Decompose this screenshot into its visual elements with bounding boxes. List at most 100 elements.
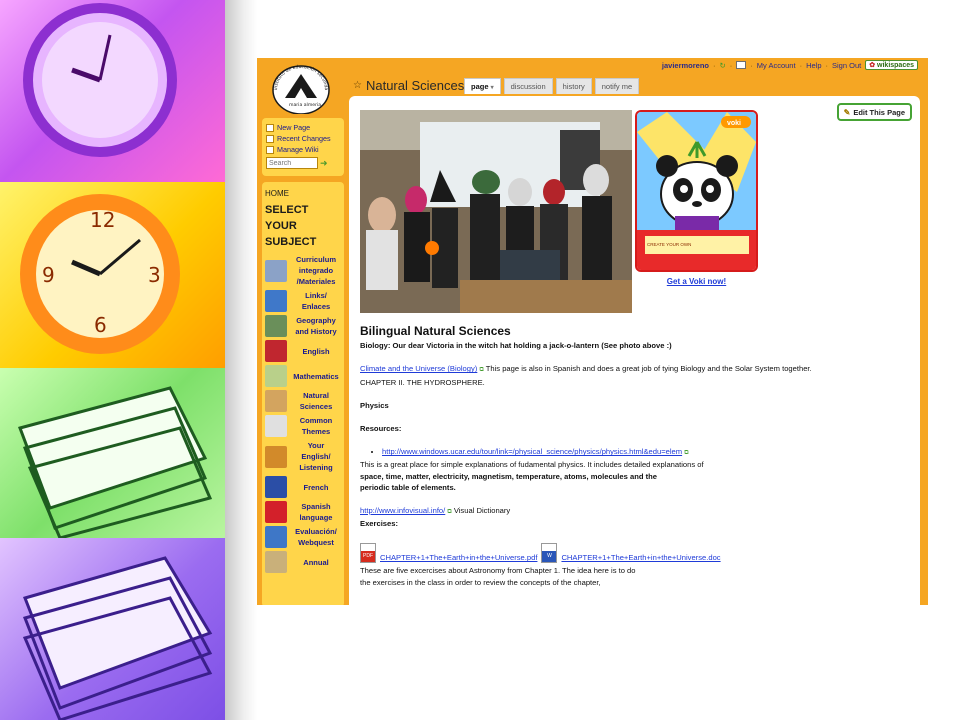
climate-universe-desc: This page is also in Spanish and does a …	[485, 364, 812, 374]
infovisual-link[interactable]: http://www.infovisual.info/	[360, 506, 445, 515]
clock-image-pink	[0, 0, 225, 182]
books-icon	[22, 556, 213, 720]
tab-history[interactable]: history	[555, 78, 592, 94]
sidebar-nav-item[interactable]: Mathematics	[265, 365, 341, 387]
search-go-icon[interactable]: ➜	[320, 158, 329, 168]
svg-text:6: 6	[94, 313, 107, 337]
get-voki-link[interactable]: Get a Voki now!	[635, 277, 758, 286]
new-page-icon	[266, 123, 274, 132]
nav-home-link[interactable]: HOME	[265, 189, 341, 198]
sidebar-nav-item[interactable]: Geography and History	[265, 315, 341, 337]
clock-icon: 12 3 6 9	[20, 194, 180, 354]
tab-notify-me[interactable]: notify me	[594, 78, 640, 94]
sign-out-link[interactable]: Sign Out	[832, 61, 861, 70]
classroom-photo	[360, 110, 632, 313]
edit-page-button[interactable]: ✎ Edit This Page	[836, 103, 912, 121]
subject-thumbnail-icon	[265, 526, 287, 548]
separator: ·	[799, 60, 803, 70]
subject-nav: HOME SELECT YOUR SUBJECT Curriculum inte…	[262, 182, 344, 605]
sidebar-nav-label: Your English/ Listening	[299, 441, 333, 472]
physics-desc-line-3: periodic table of elements.	[360, 482, 456, 492]
climate-universe-link[interactable]: Climate and the Universe (Biology)	[360, 364, 477, 373]
subject-thumbnail-icon	[265, 501, 287, 523]
sidebar-nav-label: Annual	[303, 557, 329, 567]
sidebar-nav-label: Natural Sciences	[299, 391, 333, 411]
subject-thumbnail-icon	[265, 476, 287, 498]
sidebar-nav-label: Links/ Enlaces	[301, 291, 331, 311]
subject-thumbnail-icon	[265, 259, 287, 282]
pdf-file-icon[interactable]: PDF	[360, 543, 376, 564]
sidebar-nav-item[interactable]: Common Themes	[265, 415, 341, 437]
sidebar-nav-item[interactable]: Natural Sciences	[265, 390, 341, 412]
username-link[interactable]: javiermoreno	[662, 61, 709, 70]
voki-create-label: CREATE YOUR OWN	[647, 242, 691, 247]
refresh-icon[interactable]: ↻	[720, 61, 726, 70]
sidebar-nav-item[interactable]: Evaluación/ Webquest	[265, 526, 341, 548]
sidebar-nav-item[interactable]: Links/ Enlaces	[265, 290, 341, 312]
voki-widget[interactable]: voki CREATE YOUR OWN	[635, 110, 758, 272]
help-link[interactable]: Help	[806, 61, 821, 70]
doc-attachment-link[interactable]: CHAPTER+1+The+Earth+in+the+Universe.doc	[561, 552, 720, 563]
quick-links-panel: New Page Recent Changes Manage Wiki ➜	[262, 118, 344, 176]
nav-items: Curriculum integrado /Materiales Links/ E…	[265, 254, 341, 573]
sidebar-nav-label: Geography and History	[295, 316, 337, 336]
ucar-physics-link[interactable]: http://www.windows.ucar.edu/tour/link=/p…	[382, 447, 682, 456]
separator: ·	[729, 60, 733, 70]
manage-wiki-icon	[266, 145, 274, 154]
manage-wiki-link[interactable]: Manage Wiki	[266, 144, 340, 155]
word-file-icon[interactable]: W	[541, 543, 558, 564]
sidebar-nav-item[interactable]: Spanish language	[265, 501, 341, 523]
sidebar-nav-item[interactable]: Annual	[265, 551, 341, 573]
svg-text:3: 3	[148, 263, 161, 287]
attachments-row: PDF CHAPTER+1+The+Earth+in+the+Universe.…	[360, 543, 900, 564]
sidebar-nav-item[interactable]: Your English/ Listening	[265, 440, 341, 473]
sidebar-nav-item[interactable]: French	[265, 476, 341, 498]
physics-desc-line-1: This is a great place for simple explana…	[360, 460, 704, 470]
subject-thumbnail-icon	[265, 415, 287, 437]
voki-panda-avatar: voki CREATE YOUR OWN	[637, 112, 756, 270]
photo-caption: Biology: Our dear Victoria in the witch …	[360, 341, 672, 351]
clock-image-orange: 12 3 6 9	[0, 182, 225, 368]
svg-text:12: 12	[90, 208, 115, 232]
subject-thumbnail-icon	[265, 290, 287, 312]
main-content: ✎ Edit This Page voki CREATE YOUR OWN Ge…	[349, 96, 920, 605]
subject-thumbnail-icon	[265, 365, 287, 387]
wikispaces-badge-label: wikispaces	[877, 62, 914, 69]
exercises-heading: Exercises:	[360, 519, 398, 529]
sidebar-nav-label: Mathematics	[293, 371, 339, 381]
voki-badge: voki	[727, 120, 741, 127]
books-image-green	[0, 368, 225, 540]
recent-changes-link[interactable]: Recent Changes	[266, 133, 340, 144]
pdf-attachment-link[interactable]: CHAPTER+1+The+Earth+in+the+Universe.pdf	[380, 552, 537, 563]
my-account-link[interactable]: My Account	[757, 61, 796, 70]
edit-page-label: Edit This Page	[853, 107, 905, 117]
decorative-shadow	[225, 0, 257, 720]
subject-thumbnail-icon	[265, 390, 287, 412]
sidebar-nav-label: Curriculum integrado /Materiales	[295, 255, 336, 286]
sidebar-nav-item[interactable]: English	[265, 340, 341, 362]
chapter-heading: CHAPTER II. THE HYDROSPHERE.	[360, 377, 485, 387]
resource-list: http://www.windows.ucar.edu/tour/link=/p…	[382, 446, 900, 459]
page-heading: ☆ Natural Sciences	[353, 78, 464, 93]
tab-discussion[interactable]: discussion	[503, 78, 553, 94]
decorative-image-strip: 12 3 6 9	[0, 0, 225, 720]
sidebar-nav-item[interactable]: Curriculum integrado /Materiales	[265, 254, 341, 287]
tab-page[interactable]: page ▾	[464, 78, 501, 94]
infovisual-desc: Visual Dictionary	[453, 506, 511, 516]
sidebar-nav-label: Spanish language	[299, 502, 333, 522]
tab-page-label: page	[471, 82, 489, 91]
star-icon[interactable]: ☆	[353, 80, 362, 91]
search-input[interactable]	[266, 157, 318, 169]
nav-title: SELECT YOUR SUBJECT	[265, 204, 317, 248]
chevron-down-icon[interactable]: ▾	[491, 85, 494, 91]
clock-icon	[23, 3, 177, 157]
school-logo: instituto de educación secundaria maria …	[269, 60, 330, 114]
wikispaces-badge[interactable]: ✿ wikispaces	[865, 60, 918, 70]
exercises-desc-line-2: the exercises in the class in order to r…	[360, 577, 601, 587]
new-page-link[interactable]: New Page	[266, 122, 340, 133]
user-bar: javiermoreno · ↻ · · My Account · Help ·…	[662, 60, 918, 70]
page-title: Natural Sciences	[365, 78, 465, 93]
paragraph-climate: Climate and the Universe (Biology) ⧉ Thi…	[360, 363, 900, 376]
mail-icon[interactable]	[736, 61, 747, 69]
books-image-purple	[0, 538, 225, 720]
